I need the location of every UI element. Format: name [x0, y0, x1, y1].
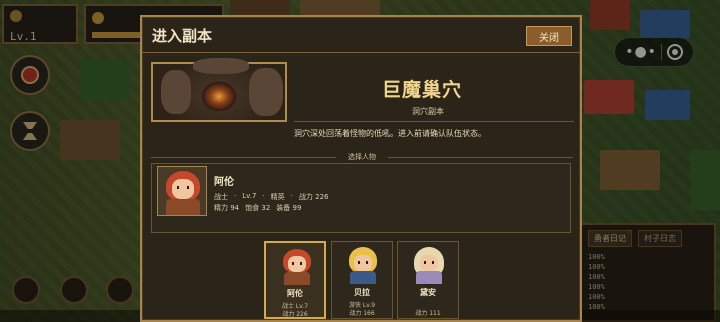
- enter-dungeon-dialog: 进入副本 关闭 巨魔巢穴 洞穴副本 洞穴深处回荡着怪物的低吼。进入前请确认队伍状…: [140, 15, 582, 322]
- divider: [294, 121, 574, 122]
- hero-portrait: [411, 246, 447, 284]
- dialog-title: 进入副本: [152, 27, 213, 45]
- hero-portrait: [157, 166, 207, 216]
- hero-card-diane[interactable]: 黛安 战力 111: [397, 241, 459, 319]
- hero-stats-primary: 战士 · Lv.7 · 精英 · 战力 226: [214, 192, 329, 201]
- hero-card-power: 战力 226: [282, 311, 308, 318]
- dungeon-description: 洞穴深处回荡着怪物的低吼。进入前请确认队伍状态。: [294, 129, 486, 138]
- hero-card-power: 战力 111: [415, 310, 441, 317]
- divider: [388, 157, 573, 158]
- hero-portrait: [279, 247, 315, 285]
- hero-name: 阿伦: [214, 177, 234, 188]
- section-label: 选择人物: [348, 153, 376, 161]
- dialog-header: 进入副本 关闭: [142, 17, 580, 53]
- hero-card-name: 阿伦: [287, 289, 303, 298]
- close-button[interactable]: 关闭: [526, 26, 572, 46]
- divider: [151, 157, 336, 158]
- hero-portrait: [345, 246, 381, 284]
- hero-card-bella[interactable]: 贝拉 游侠 Lv.9 战力 166: [331, 241, 393, 319]
- hero-stats-secondary: 精力 94 饱食 32 装备 99: [214, 204, 302, 212]
- hero-card-alun[interactable]: 阿伦 战士 Lv.7 战力 226: [264, 241, 326, 319]
- dungeon-cave-image: [151, 58, 287, 122]
- selected-hero-panel: 阿伦 战士 · Lv.7 · 精英 · 战力 226 精力 94 饱食 32 装备 9…: [151, 163, 571, 233]
- hero-card-name: 黛安: [420, 288, 436, 297]
- hero-card-name: 贝拉: [354, 288, 370, 297]
- dungeon-name: 巨魔巢穴: [382, 79, 463, 101]
- hero-card-power: 战力 166: [349, 310, 375, 317]
- dungeon-type: 洞穴副本: [412, 107, 444, 116]
